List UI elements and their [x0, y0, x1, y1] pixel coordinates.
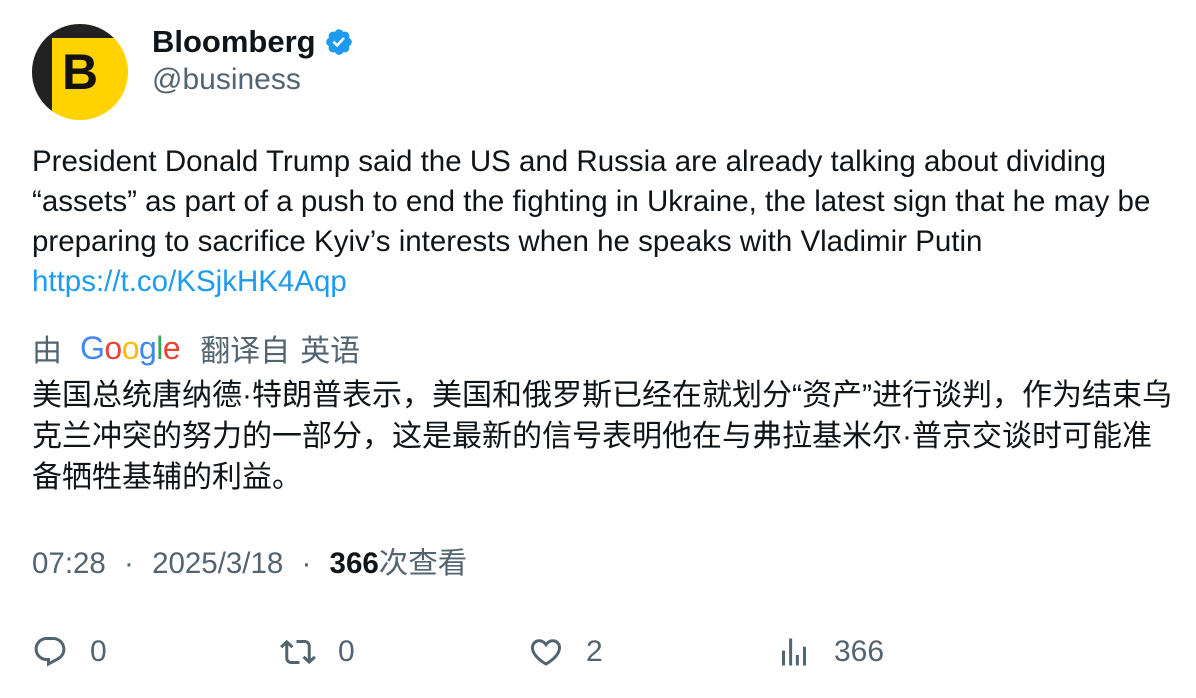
author-handle[interactable]: @business	[152, 63, 301, 97]
author-display-name[interactable]: Bloomberg	[152, 24, 316, 60]
tweet-link[interactable]: https://t.co/KSjkHK4Aqp	[32, 265, 347, 298]
translation-attribution[interactable]: 由 Google 翻译自 英语	[32, 327, 360, 369]
views-action-count: 366	[834, 635, 885, 668]
avatar[interactable]: B	[32, 24, 128, 120]
tweet-actions: 0 0 2 366	[32, 630, 1172, 674]
tweet-body: President Donald Trump said the US and R…	[32, 145, 1151, 258]
analytics-icon	[782, 638, 806, 666]
translation-prefix: 由	[32, 335, 62, 368]
translation-label: 翻译自	[200, 335, 291, 368]
retweet-count: 0	[338, 635, 355, 668]
author-name-row[interactable]: Bloomberg	[152, 24, 354, 60]
tweet-text: President Donald Trump said the US and R…	[32, 142, 1172, 302]
translated-text: 美国总统唐纳德·特朗普表示，美国和俄罗斯已经在就划分“资产”进行谈判，作为结束乌…	[32, 379, 1172, 494]
views-button[interactable]: 366	[776, 630, 884, 674]
avatar-shade-top	[32, 24, 128, 38]
views-count: 366	[329, 547, 379, 580]
google-logo: Google	[80, 329, 181, 366]
retweet-button[interactable]: 0	[280, 630, 355, 674]
meta-separator: ·	[124, 547, 134, 580]
views-label: 次查看	[378, 547, 468, 580]
tweet-meta: 07:28 · 2025/3/18 · 366次查看	[32, 544, 467, 584]
avatar-shade	[32, 24, 52, 120]
avatar-letter: B	[62, 44, 99, 100]
heart-icon	[530, 639, 562, 666]
like-button[interactable]: 2	[528, 630, 603, 674]
translation-language: 英语	[300, 335, 361, 368]
meta-separator-2: ·	[301, 547, 312, 580]
reply-button[interactable]: 0	[32, 630, 107, 674]
tweet-date[interactable]: 2025/3/18	[152, 547, 283, 580]
tweet-time[interactable]: 07:28	[32, 547, 106, 580]
retweet-icon	[280, 639, 316, 665]
verified-badge-icon	[325, 29, 352, 55]
reply-icon	[34, 637, 66, 667]
like-count: 2	[586, 635, 603, 668]
reply-count: 0	[90, 635, 107, 668]
